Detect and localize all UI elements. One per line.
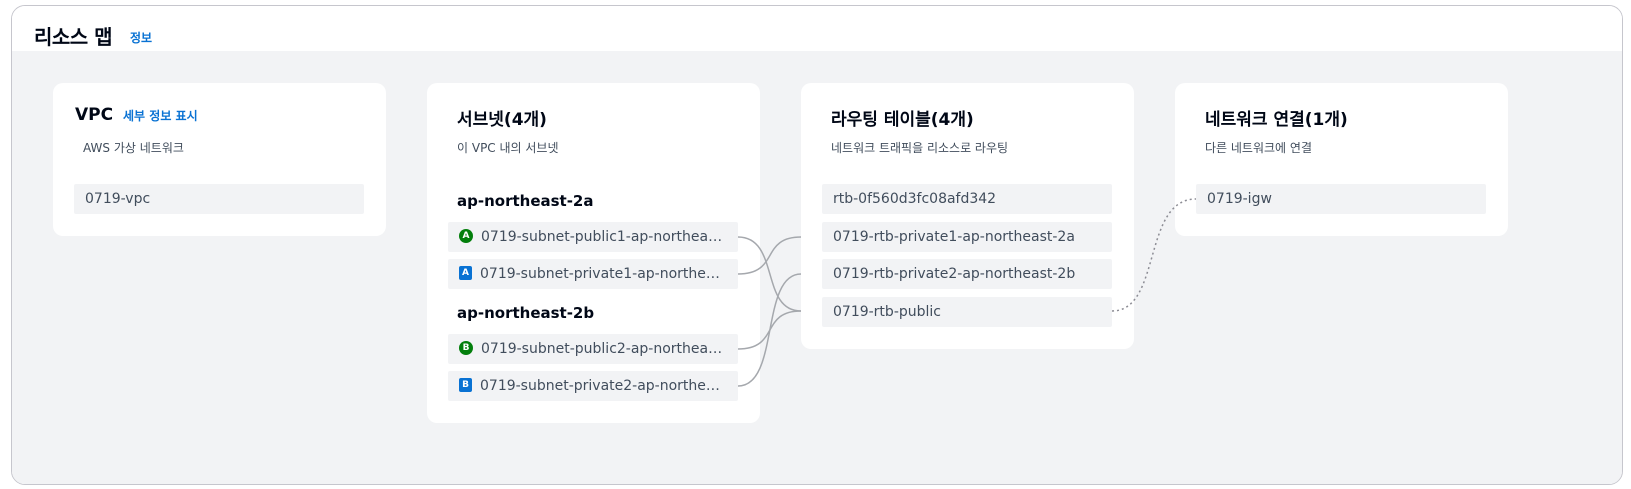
info-link[interactable]: 정보 xyxy=(130,29,152,46)
route-table-item[interactable]: rtb-0f560d3fc08afd342 xyxy=(822,184,1112,214)
subnet-item-label: 0719-subnet-public2-ap-northeast-2b xyxy=(481,341,725,357)
route-tables-card-title: 라우팅 테이블(4개) xyxy=(831,110,974,130)
network-connections-card: 네트워크 연결(1개) 다른 네트워크에 연결 0719-igw xyxy=(1175,83,1508,236)
subnet-item[interactable]: B 0719-subnet-private2-ap-northeast-2b xyxy=(448,371,738,401)
network-connection-label: 0719-igw xyxy=(1207,191,1272,207)
panel-header: 리소스 맵 정보 xyxy=(12,6,1622,51)
subnets-card-title: 서브넷(4개) xyxy=(457,110,547,130)
vpc-card: VPC 세부 정보 표시 AWS 가상 네트워크 0719-vpc xyxy=(53,83,386,236)
vpc-title-text: VPC xyxy=(75,105,114,125)
route-table-item[interactable]: 0719-rtb-public xyxy=(822,297,1112,327)
network-connections-card-title: 네트워크 연결(1개) xyxy=(1205,110,1348,130)
route-table-label: 0719-rtb-public xyxy=(833,304,941,320)
route-tables-card: 라우팅 테이블(4개) 네트워크 트래픽을 리소스로 라우팅 rtb-0f560… xyxy=(801,83,1134,349)
route-table-label: rtb-0f560d3fc08afd342 xyxy=(833,191,997,207)
route-table-item[interactable]: 0719-rtb-private2-ap-northeast-2b xyxy=(822,259,1112,289)
route-table-item[interactable]: 0719-rtb-private1-ap-northeast-2a xyxy=(822,222,1112,252)
az-label-2a: ap-northeast-2a xyxy=(457,192,594,210)
resource-map-canvas: VPC 세부 정보 표시 AWS 가상 네트워크 0719-vpc 서브넷(4개… xyxy=(12,51,1622,484)
network-connections-card-subtitle: 다른 네트워크에 연결 xyxy=(1205,141,1312,155)
subnet-item-label: 0719-subnet-public1-ap-northeast-2a xyxy=(481,229,725,245)
subnets-card: 서브넷(4개) 이 VPC 내의 서브넷 ap-northeast-2a A 07… xyxy=(427,83,760,423)
public-subnet-badge-icon: A xyxy=(459,229,473,243)
vpc-item-label: 0719-vpc xyxy=(85,191,151,207)
route-table-label: 0719-rtb-private2-ap-northeast-2b xyxy=(833,266,1076,282)
az-label-2b: ap-northeast-2b xyxy=(457,304,595,322)
vpc-card-title: VPC 세부 정보 표시 xyxy=(75,105,198,125)
subnets-card-subtitle: 이 VPC 내의 서브넷 xyxy=(457,141,559,155)
private-subnet-badge-icon: A xyxy=(459,266,472,280)
subnet-item[interactable]: B 0719-subnet-public2-ap-northeast-2b xyxy=(448,334,738,364)
subnet-item[interactable]: A 0719-subnet-private1-ap-northeast-2a xyxy=(448,259,738,289)
route-tables-card-subtitle: 네트워크 트래픽을 리소스로 라우팅 xyxy=(831,141,1009,155)
public-subnet-badge-icon: B xyxy=(459,341,473,355)
subnet-item-label: 0719-subnet-private2-ap-northeast-2b xyxy=(480,378,724,394)
vpc-item[interactable]: 0719-vpc xyxy=(74,184,364,214)
route-table-label: 0719-rtb-private1-ap-northeast-2a xyxy=(833,229,1075,245)
network-connection-item[interactable]: 0719-igw xyxy=(1196,184,1486,214)
subnet-item-label: 0719-subnet-private1-ap-northeast-2a xyxy=(480,266,724,282)
private-subnet-badge-icon: B xyxy=(459,378,472,392)
show-details-link[interactable]: 세부 정보 표시 xyxy=(123,109,198,123)
panel-title: 리소스 맵 xyxy=(34,25,113,49)
subnet-item[interactable]: A 0719-subnet-public1-ap-northeast-2a xyxy=(448,222,738,252)
resource-map-panel: 리소스 맵 정보 VPC 세부 정보 표시 AWS 가상 네트워크 0719-v… xyxy=(11,5,1623,485)
vpc-card-subtitle: AWS 가상 네트워크 xyxy=(83,141,184,155)
